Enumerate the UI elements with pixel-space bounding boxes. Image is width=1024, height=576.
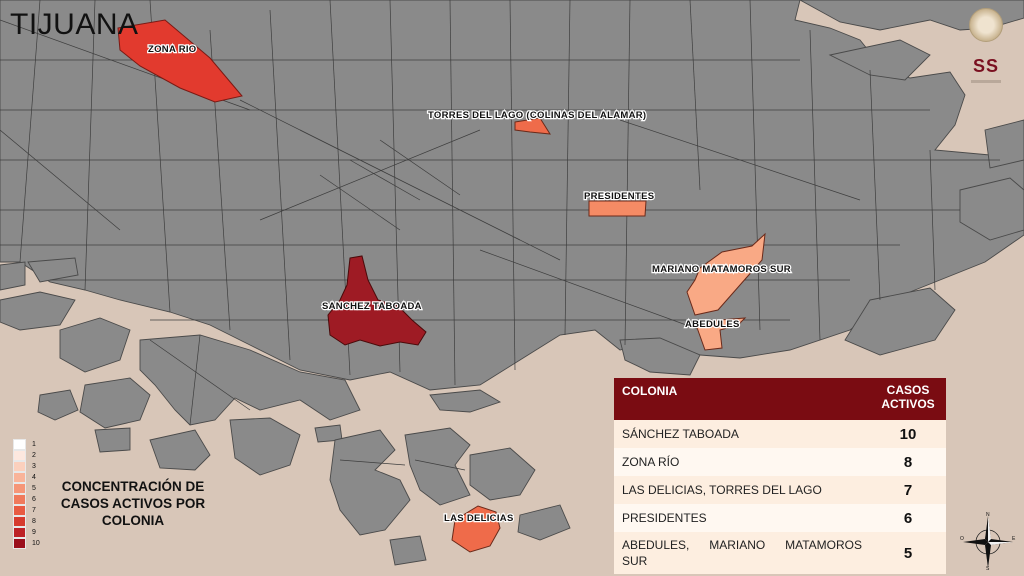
table-row: ZONA RÍO 8	[614, 448, 946, 476]
logo-subtext-line	[971, 80, 1001, 83]
page-title: TIJUANA	[10, 8, 139, 41]
label-zona-rio: ZONA RIO	[148, 44, 197, 55]
header-colonia: COLONIA	[614, 378, 870, 420]
presidentes-area[interactable]	[588, 200, 647, 217]
header-casos-activos: CASOS ACTIVOS	[870, 378, 946, 420]
table-row: PRESIDENTES 6	[614, 504, 946, 532]
compass-rose-icon: N S E O	[960, 512, 1016, 570]
cell-colonia: ABEDULES, MARIANO MATAMOROS SUR	[614, 532, 870, 574]
compass-east: E	[1012, 536, 1016, 542]
legend-swatch-label: 2	[32, 452, 36, 459]
label-las-delicias: LAS DELICIAS	[444, 513, 514, 524]
legend-title: CONCENTRACIÓN DE CASOS ACTIVOS POR COLON…	[60, 479, 206, 528]
legend-swatch-label: 8	[32, 518, 36, 525]
legend-swatch-label: 5	[32, 485, 36, 492]
legend-swatch-label: 6	[32, 496, 36, 503]
cell-colonia: ZONA RÍO	[614, 448, 870, 476]
state-seal-icon	[969, 8, 1003, 42]
legend-swatch-label: 4	[32, 474, 36, 481]
legend-swatch-3: 3	[13, 461, 36, 472]
cell-colonia-line1: ABEDULES, MARIANO MATAMOROS	[622, 538, 862, 552]
compass-north: N	[986, 512, 990, 518]
cell-casos: 5	[870, 532, 946, 574]
cell-casos: 8	[870, 448, 946, 476]
legend-swatch-9: 9	[13, 527, 36, 538]
cell-casos: 7	[870, 476, 946, 504]
secretaria-salud-logo: SS	[962, 8, 1010, 88]
legend-swatch-2: 2	[13, 450, 36, 461]
legend-swatch-7: 7	[13, 505, 36, 516]
legend-swatch-label: 10	[32, 540, 40, 547]
cases-table-container: COLONIA CASOS ACTIVOS SÁNCHEZ TABOADA 10…	[614, 378, 946, 574]
label-mariano-matamoros-sur: MARIANO MATAMOROS SUR	[652, 264, 791, 275]
legend-swatch-label: 9	[32, 529, 36, 536]
logo-text: SS	[972, 56, 999, 76]
legend-swatch-4: 4	[13, 472, 36, 483]
cell-casos: 10	[870, 420, 946, 448]
cell-colonia: PRESIDENTES	[614, 504, 870, 532]
table-row: SÁNCHEZ TABOADA 10	[614, 420, 946, 448]
cell-casos: 6	[870, 504, 946, 532]
legend-swatch-label: 1	[32, 441, 36, 448]
compass-south: S	[986, 566, 990, 570]
cell-colonia: LAS DELICIAS, TORRES DEL LAGO	[614, 476, 870, 504]
label-torres-del-lago: TORRES DEL LAGO (COLINAS DEL ALAMAR)	[428, 110, 646, 121]
table-header-row: COLONIA CASOS ACTIVOS	[614, 378, 946, 420]
legend-swatch-8: 8	[13, 516, 36, 527]
compass-west: O	[960, 536, 964, 542]
legend-swatch-10: 10	[13, 538, 40, 549]
legend-swatch-1: 1	[13, 439, 36, 450]
table-row: LAS DELICIAS, TORRES DEL LAGO 7	[614, 476, 946, 504]
label-presidentes: PRESIDENTES	[584, 191, 654, 202]
label-abedules: ABEDULES	[685, 319, 740, 330]
legend-swatch-5: 5	[13, 483, 36, 494]
legend-swatch-label: 7	[32, 507, 36, 514]
cell-colonia-line2: SUR	[622, 554, 648, 568]
label-sanchez-taboada: SANCHEZ TABOADA	[322, 301, 422, 312]
legend-swatch-6: 6	[13, 494, 36, 505]
cell-colonia: SÁNCHEZ TABOADA	[614, 420, 870, 448]
legend-swatch-label: 3	[32, 463, 36, 470]
table-row: ABEDULES, MARIANO MATAMOROS SUR 5	[614, 532, 946, 574]
cases-table: COLONIA CASOS ACTIVOS SÁNCHEZ TABOADA 10…	[614, 378, 946, 574]
color-legend: 1 2 3 4 5 6 7 8 9 10	[13, 439, 40, 549]
